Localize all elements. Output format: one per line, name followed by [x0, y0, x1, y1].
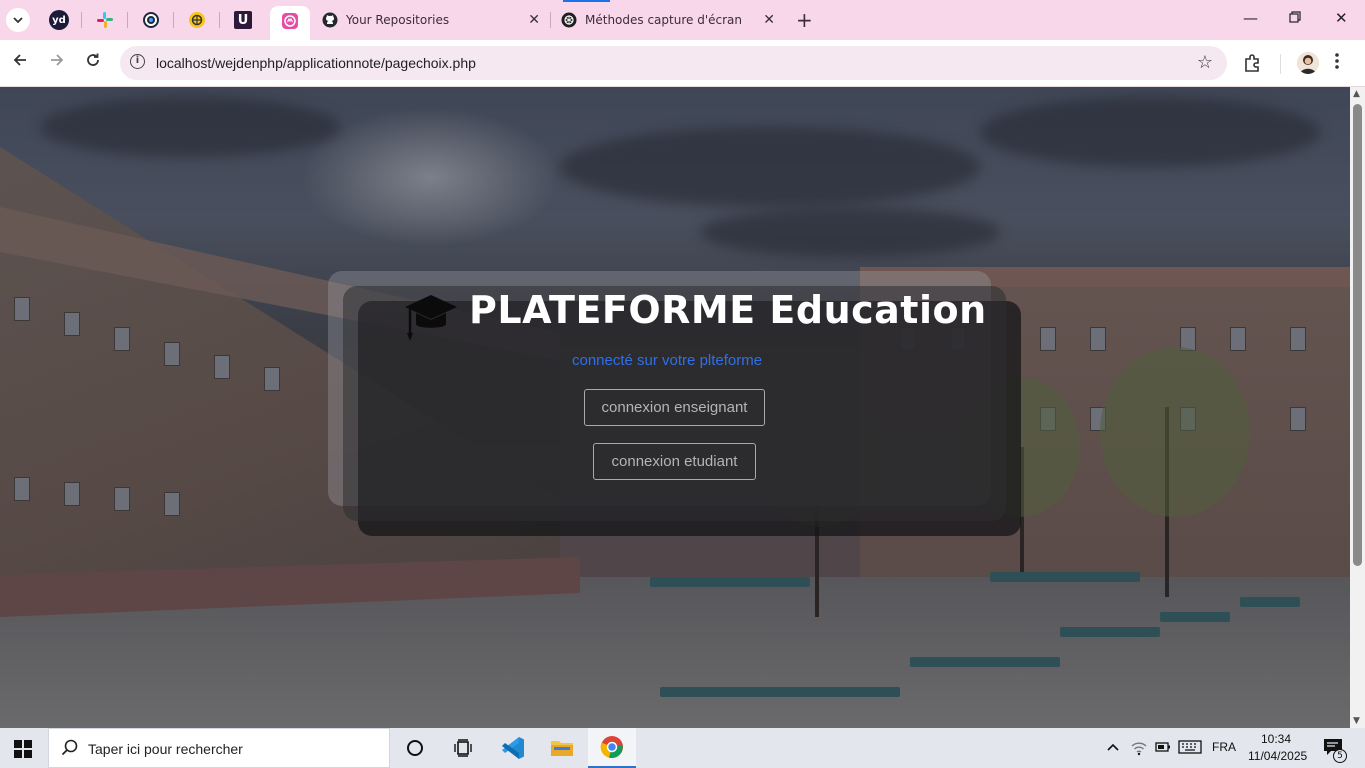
battery-icon [1155, 742, 1170, 752]
profile-avatar[interactable] [1297, 52, 1319, 74]
new-tab-button[interactable]: + [796, 8, 813, 32]
chevron-up-icon [1107, 743, 1119, 751]
udemy-icon: U [234, 11, 252, 29]
page-scrollbar[interactable]: ▲ ▼ [1350, 87, 1365, 728]
tab-strip: yd U Your Repositories ✕ Méthodes captur… [0, 0, 1365, 40]
page-title: PLATEFORME Education [469, 288, 987, 332]
arrow-right-icon [51, 54, 64, 66]
page-subtitle: connecté sur votre plteforme [572, 352, 763, 369]
page-viewport: PLATEFORME Education connecté sur votre … [0, 87, 1350, 728]
bookmark-star-icon[interactable]: ☆ [1197, 52, 1213, 73]
task-view-icon [454, 739, 472, 757]
windows-taskbar: Taper ici pour rechercher FRA 10:34 11/0… [0, 728, 1365, 768]
yellow-app-icon [189, 12, 205, 28]
notification-count-badge: 5 [1333, 749, 1347, 763]
address-bar[interactable]: i localhost/wejdenphp/applicationnote/pa… [120, 46, 1227, 80]
chevron-down-icon [13, 17, 23, 24]
tab-methodes-capture[interactable]: Méthodes capture d'écran ✕ [561, 6, 775, 34]
yd-icon: yd [49, 10, 69, 30]
pinned-tab-yellow[interactable] [185, 8, 209, 32]
clock-time: 10:34 [1260, 732, 1292, 746]
network-status[interactable] [1131, 740, 1147, 760]
system-clock[interactable]: 10:34 11/04/2025 [1248, 731, 1308, 765]
cortana-circle-icon [407, 740, 423, 756]
battery-status[interactable] [1155, 740, 1171, 758]
forward-button[interactable] [49, 52, 65, 73]
restore-button[interactable] [1289, 9, 1301, 27]
tab-title: Your Repositories [346, 13, 450, 27]
scroll-down-arrow-icon[interactable]: ▼ [1353, 716, 1360, 726]
avatar-icon [1297, 52, 1319, 74]
restore-icon [1289, 11, 1301, 23]
input-language[interactable]: FRA [1212, 740, 1236, 754]
tab-your-repositories[interactable]: Your Repositories ✕ [322, 6, 540, 34]
folder-icon [551, 741, 573, 756]
site-info-icon[interactable]: i [130, 54, 145, 69]
arrow-left-icon [13, 54, 26, 66]
student-login-button[interactable]: connexion etudiant [593, 443, 756, 480]
pinned-tab-circle[interactable] [139, 8, 163, 32]
tab-loading-indicator [563, 0, 610, 2]
tab-search-button[interactable] [6, 8, 30, 32]
circle-app-icon [143, 12, 159, 28]
tab-separator [550, 12, 551, 28]
close-window-button[interactable]: ✕ [1335, 9, 1348, 27]
keyboard-button[interactable] [1178, 740, 1202, 758]
task-view-button[interactable] [439, 728, 487, 768]
browser-menu-button[interactable] [1334, 52, 1340, 75]
tab-separator [81, 12, 82, 28]
keyboard-icon [1178, 740, 1202, 754]
pinned-tab-yd[interactable]: yd [47, 8, 71, 32]
url-text[interactable]: localhost/wejdenphp/applicationnote/page… [156, 55, 476, 71]
vscode-taskbar-app[interactable] [489, 728, 537, 768]
pinned-tab-slack[interactable] [93, 8, 117, 32]
back-button[interactable] [12, 52, 28, 73]
tab-separator [173, 12, 174, 28]
chatgpt-icon [561, 12, 577, 28]
reload-icon [87, 53, 99, 66]
tray-overflow-button[interactable] [1106, 740, 1120, 758]
extensions-button[interactable] [1243, 53, 1263, 77]
graduation-cap-icon [405, 295, 457, 341]
puzzle-icon [1245, 54, 1259, 72]
scroll-thumb[interactable] [1353, 104, 1362, 566]
file-explorer-taskbar-app[interactable] [538, 728, 586, 768]
github-icon [322, 12, 338, 28]
search-icon [61, 739, 78, 756]
windows-start-icon[interactable] [14, 740, 32, 758]
chrome-taskbar-app[interactable] [588, 728, 636, 768]
pinned-tab-udemy[interactable]: U [231, 8, 255, 32]
tab-close-icon[interactable]: ✕ [763, 12, 775, 28]
more-vertical-icon [1335, 53, 1339, 69]
scroll-up-arrow-icon[interactable]: ▲ [1353, 89, 1360, 99]
reload-button[interactable] [85, 52, 101, 73]
tab-separator [127, 12, 128, 28]
search-placeholder: Taper ici pour rechercher [88, 741, 243, 757]
wifi-off-icon [1131, 742, 1147, 756]
pinned-tab-active[interactable] [270, 6, 310, 40]
toolbar-separator [1280, 54, 1281, 74]
taskbar-search-box[interactable]: Taper ici pour rechercher [48, 728, 390, 768]
slack-icon [97, 12, 113, 28]
tab-title: Méthodes capture d'écran [585, 13, 742, 27]
tab-separator [219, 12, 220, 28]
cortana-button[interactable] [391, 728, 439, 768]
chrome-icon [600, 736, 623, 758]
localhost-app-icon [282, 13, 298, 29]
vscode-icon [502, 737, 524, 759]
tab-close-icon[interactable]: ✕ [528, 12, 540, 28]
browser-toolbar: i localhost/wejdenphp/applicationnote/pa… [0, 40, 1365, 87]
minimize-button[interactable]: — [1243, 9, 1258, 27]
teacher-login-button[interactable]: connexion enseignant [584, 389, 765, 426]
clock-date: 11/04/2025 [1248, 749, 1308, 763]
